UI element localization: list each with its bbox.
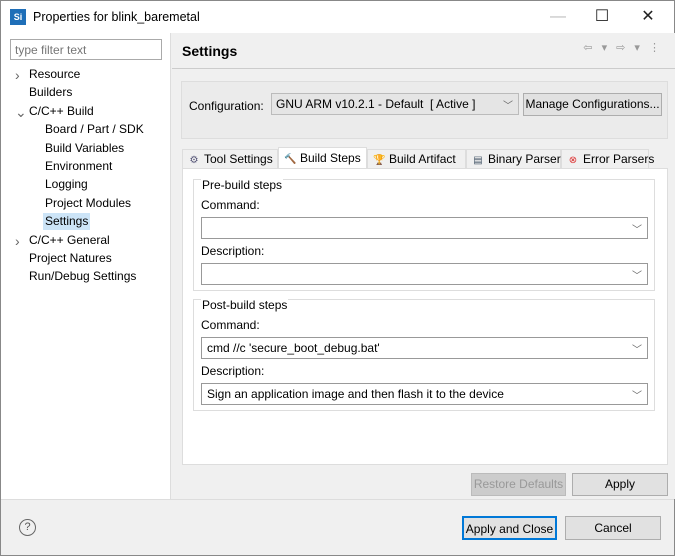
- post-description-value: Sign an application image and then flash…: [207, 387, 504, 401]
- pre-command-label: Command:: [201, 198, 260, 212]
- tab-error-parsers[interactable]: ⊗ Error Parsers: [561, 149, 654, 169]
- tab-label: Binary Parsers: [488, 152, 567, 166]
- settings-panel: Settings ⇦ ▾ ⇨ ▾ ⋮ Configuration: GNU AR…: [172, 33, 675, 499]
- post-command-combo[interactable]: cmd //c 'secure_boot_debug.bat' ﹀: [201, 337, 648, 359]
- sidebar-item[interactable]: Environment: [45, 158, 112, 175]
- pre-description-label: Description:: [201, 244, 265, 258]
- app-logo-icon: Si: [10, 9, 26, 25]
- collapsed-chevron-icon[interactable]: ›: [15, 67, 20, 83]
- chevron-down-icon: ﹀: [632, 225, 642, 236]
- help-icon[interactable]: ?: [19, 519, 36, 536]
- sidebar-item[interactable]: Board / Part / SDK: [45, 121, 144, 138]
- manage-configurations-button[interactable]: Manage Configurations...: [523, 93, 662, 116]
- post-description-label: Description:: [201, 364, 265, 378]
- configuration-select[interactable]: GNU ARM v10.2.1 - Default [ Active ] ﹀: [271, 93, 519, 115]
- chevron-down-icon: ﹀: [632, 345, 642, 356]
- pre-description-combo[interactable]: ﹀: [201, 263, 648, 285]
- tab-label: Error Parsers: [583, 152, 655, 166]
- window-title: Properties for blink_baremetal: [33, 10, 200, 24]
- sidebar-item[interactable]: Project Natures: [29, 250, 112, 267]
- chevron-down-icon: ﹀: [632, 271, 642, 282]
- tab-binary-parsers[interactable]: ▤ Binary Parsers: [466, 149, 567, 169]
- sidebar-item[interactable]: Build Variables: [45, 140, 124, 157]
- maximize-button[interactable]: ☐: [579, 5, 625, 29]
- post-command-value: cmd //c 'secure_boot_debug.bat': [207, 341, 380, 355]
- post-description-combo[interactable]: Sign an application image and then flash…: [201, 383, 648, 405]
- history-nav-icons[interactable]: ⇦ ▾ ⇨ ▾ ⋮: [583, 41, 663, 54]
- apply-and-close-button[interactable]: Apply and Close: [462, 516, 557, 540]
- pre-build-group: Pre-build steps Command: ﹀ Description: …: [193, 178, 655, 291]
- configuration-value: GNU ARM v10.2.1 - Default [ Active ]: [276, 97, 476, 111]
- sidebar-item[interactable]: Run/Debug Settings: [29, 268, 136, 285]
- build-steps-content: Pre-build steps Command: ﹀ Description: …: [182, 168, 668, 465]
- sidebar-item[interactable]: Logging: [45, 176, 88, 193]
- tab-build-steps[interactable]: 🔨 Build Steps: [278, 147, 367, 170]
- close-button[interactable]: ✕: [625, 5, 671, 29]
- post-build-title: Post-build steps: [201, 298, 289, 312]
- sidebar-item[interactable]: Resource: [29, 66, 80, 83]
- minimize-button[interactable]: —: [535, 5, 581, 29]
- cancel-button[interactable]: Cancel: [565, 516, 661, 540]
- post-build-group: Post-build steps Command: cmd //c 'secur…: [193, 298, 655, 411]
- configuration-label: Configuration:: [189, 99, 264, 113]
- sidebar-item[interactable]: C/C++ Build: [29, 103, 94, 120]
- expanded-chevron-icon[interactable]: ⌄: [15, 104, 27, 121]
- chevron-down-icon: ﹀: [632, 391, 642, 402]
- sidebar-item[interactable]: Settings: [43, 213, 91, 231]
- collapsed-chevron-icon[interactable]: ›: [15, 233, 20, 249]
- restore-defaults-button[interactable]: Restore Defaults: [471, 473, 566, 496]
- tab-label: Build Steps: [300, 151, 361, 165]
- dialog-footer: ? Apply and Close Cancel: [1, 499, 674, 555]
- post-command-label: Command:: [201, 318, 260, 332]
- apply-button[interactable]: Apply: [572, 473, 668, 496]
- filter-input[interactable]: [10, 39, 162, 60]
- properties-dialog: Si Properties for blink_baremetal — ☐ ✕ …: [0, 0, 675, 556]
- chevron-down-icon: ﹀: [503, 101, 513, 112]
- sidebar-tree: › ResourceBuilders⌄C/C++ BuildBoard / Par…: [1, 33, 171, 499]
- hammer-icon: 🔨: [284, 154, 297, 165]
- sidebar-item[interactable]: Project Modules: [45, 195, 131, 212]
- pre-build-title: Pre-build steps: [201, 178, 284, 192]
- tab-tool-settings[interactable]: ⚙ Tool Settings: [182, 149, 278, 169]
- tab-label: Build Artifact: [389, 152, 456, 166]
- page-title: Settings: [182, 43, 238, 59]
- tab-label: Tool Settings: [204, 152, 273, 166]
- configuration-group: Configuration: GNU ARM v10.2.1 - Default…: [181, 81, 668, 139]
- title-bar: Si Properties for blink_baremetal — ☐ ✕: [1, 1, 674, 33]
- sidebar-item[interactable]: C/C++ General: [29, 232, 110, 249]
- page-header: Settings ⇦ ▾ ⇨ ▾ ⋮: [172, 33, 675, 69]
- sidebar-item[interactable]: Builders: [29, 84, 72, 101]
- tab-build-artifact[interactable]: 🏆 Build Artifact: [367, 149, 466, 169]
- pre-command-combo[interactable]: ﹀: [201, 217, 648, 239]
